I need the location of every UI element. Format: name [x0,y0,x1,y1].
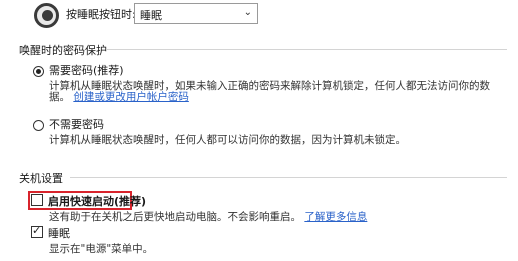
sleep-label[interactable]: 睡眠 [48,225,70,241]
sleep-button-select-value: 睡眠 [140,9,162,22]
section-divider [70,177,507,178]
require-password-radio[interactable] [33,66,44,77]
sleep-button-select[interactable]: 睡眠 ⌄ [134,3,258,24]
sleep-desc: 显示在"电源"菜单中。 [49,243,154,255]
fast-startup-label[interactable]: 启用快速启动(推荐) [48,193,146,209]
wake-password-title: 唤醒时的密码保护 [19,44,107,57]
change-password-link[interactable]: 创建或更改用户帐户密码 [73,91,189,103]
fast-startup-checkbox[interactable] [31,194,43,206]
no-password-label[interactable]: 不需要密码 [49,116,104,132]
require-password-desc-line2: 据。 创建或更改用户帐户密码 [49,89,189,104]
chevron-down-icon: ⌄ [243,7,252,18]
require-password-desc-end: 据。 [49,91,70,103]
no-password-desc: 计算机从睡眠状态唤醒时，任何人都可以访问你的数据，因为计算机未锁定。 [49,134,406,146]
no-password-radio[interactable] [33,120,44,131]
sleep-button-label: 按睡眠按钮时: [66,8,136,21]
moon-icon [34,3,59,28]
shutdown-settings-title: 关机设置 [19,172,63,185]
sleep-checkbox[interactable]: ✓ [31,224,43,238]
check-icon: ✓ [32,224,42,237]
require-password-label[interactable]: 需要密码(推荐) [49,62,124,78]
fast-startup-desc: 这有助于在关机之后更快地启动电脑。不会影响重启。 [49,211,301,223]
fast-startup-desc-row: 这有助于在关机之后更快地启动电脑。不会影响重启。 了解更多信息 [49,209,367,224]
learn-more-link[interactable]: 了解更多信息 [304,211,367,223]
section-divider [107,49,507,50]
